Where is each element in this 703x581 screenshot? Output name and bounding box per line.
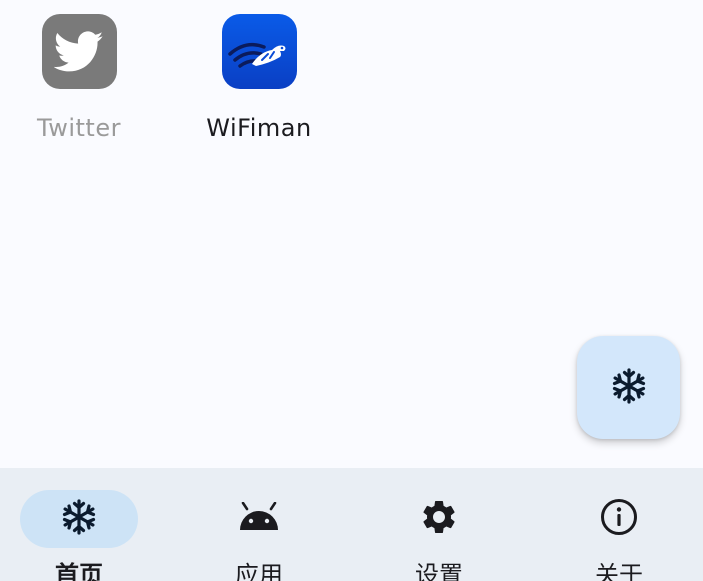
- app-tile-twitter[interactable]: Twitter: [0, 14, 159, 143]
- nav-indicator: [560, 490, 678, 548]
- android-icon: [238, 501, 280, 536]
- app-label: Twitter: [37, 114, 121, 142]
- snowflake-icon: [60, 498, 98, 540]
- freeze-fab-button[interactable]: [577, 336, 680, 439]
- nav-indicator: [380, 490, 498, 548]
- gear-icon: [419, 497, 459, 541]
- nav-indicator: [200, 490, 318, 548]
- nav-label-home: 首页: [55, 561, 103, 581]
- snowflake-icon: [610, 367, 648, 409]
- twitter-bird-icon: [41, 14, 117, 89]
- info-icon: [599, 497, 639, 541]
- bottom-navigation-bar: 首页 应用 设置 关于: [0, 468, 703, 581]
- nav-item-about[interactable]: 关于: [531, 468, 703, 581]
- nav-item-apps[interactable]: 应用: [171, 468, 347, 581]
- nav-item-settings[interactable]: 设置: [351, 468, 527, 581]
- app-label: WiFiman: [206, 114, 312, 142]
- app-tile-wifiman[interactable]: WiFiman: [179, 14, 339, 143]
- nav-item-home[interactable]: 首页: [0, 468, 167, 581]
- wifiman-icon: [221, 14, 297, 89]
- nav-label-apps: 应用: [235, 561, 283, 581]
- nav-label-about: 关于: [595, 561, 643, 581]
- nav-label-settings: 设置: [415, 561, 463, 581]
- nav-active-indicator: [20, 490, 138, 548]
